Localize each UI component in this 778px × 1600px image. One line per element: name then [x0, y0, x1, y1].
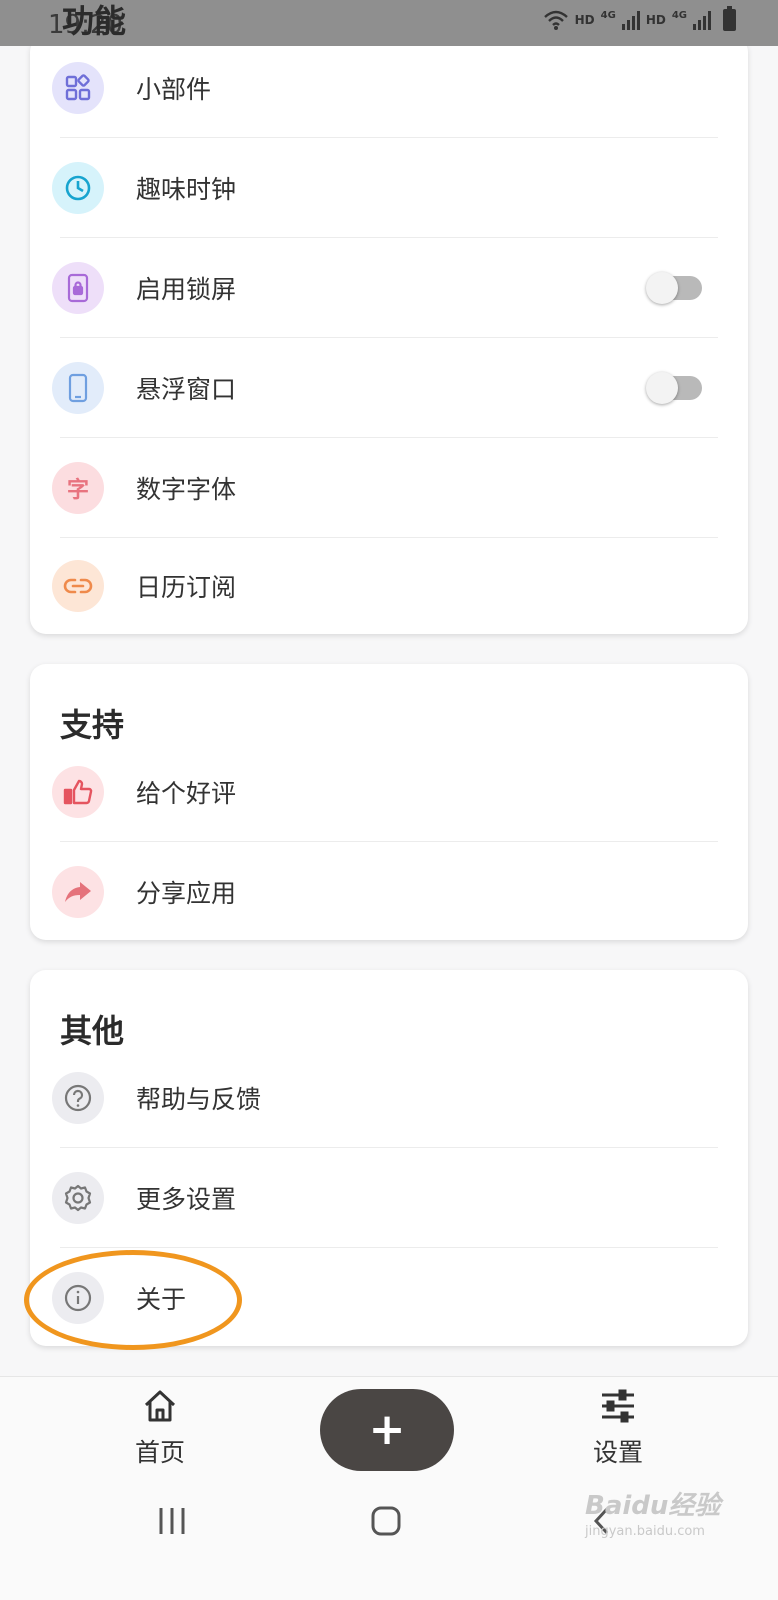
lock-screen-toggle[interactable] — [646, 272, 702, 304]
feature-item-label: 悬浮窗口 — [136, 375, 237, 404]
hd-label-2: HD — [645, 13, 666, 27]
watermark-logo: Baidu经验 jingyan.baidu.com — [585, 1485, 720, 1539]
plus-icon: + — [368, 1404, 406, 1455]
watermark-sub: jingyan.baidu.com — [585, 1524, 705, 1539]
network-label-1: 4G — [600, 9, 616, 21]
other-item-about[interactable]: 关于 — [30, 1248, 748, 1348]
other-item-label: 帮助与反馈 — [136, 1085, 262, 1114]
other-item-help-feedback[interactable]: 帮助与反馈 — [30, 1048, 748, 1148]
features-card: 小部件 趣味时钟 启用锁屏 悬浮窗口 字 数字字体 日历订阅 — [30, 36, 748, 634]
feature-item-fun-clock[interactable]: 趣味时钟 — [30, 138, 748, 238]
character-icon: 字 — [52, 462, 104, 514]
feature-item-digit-font[interactable]: 字 数字字体 — [30, 438, 748, 538]
floating-window-toggle[interactable] — [646, 372, 702, 404]
home-icon — [144, 1390, 176, 1422]
feature-item-label: 日历订阅 — [136, 573, 237, 602]
feature-item-label: 数字字体 — [136, 475, 237, 504]
add-button[interactable]: + — [320, 1389, 454, 1471]
system-recents-button[interactable] — [150, 1499, 194, 1543]
bottom-nav: 首页 + 设置 Baidu经验 jingyan.baidu.com — [0, 1376, 778, 1600]
nav-home-label: 首页 — [134, 1438, 185, 1467]
character-glyph: 字 — [66, 478, 89, 503]
feature-item-floating-window[interactable]: 悬浮窗口 — [30, 338, 748, 438]
feature-item-calendar-subscribe[interactable]: 日历订阅 — [30, 536, 748, 636]
toggle-knob — [646, 272, 678, 304]
section-title-features: 功能 — [62, 2, 127, 40]
nav-settings-label: 设置 — [592, 1438, 643, 1467]
support-card: 支持 给个好评 分享应用 — [30, 664, 748, 940]
watermark-main: Baidu经验 — [585, 1491, 721, 1521]
support-item-share[interactable]: 分享应用 — [30, 842, 748, 942]
lock-screen-icon — [52, 262, 104, 314]
support-item-rate[interactable]: 给个好评 — [30, 742, 748, 842]
gear-icon — [52, 1172, 104, 1224]
section-title-other: 其他 — [60, 1012, 125, 1050]
widgets-icon — [52, 62, 104, 114]
phone-icon — [52, 362, 104, 414]
thumbs-up-icon — [52, 766, 104, 818]
signal-icon — [621, 10, 640, 30]
battery-icon — [723, 6, 736, 31]
system-home-button[interactable] — [364, 1499, 408, 1543]
signal-icon — [693, 10, 711, 30]
hd-label-1: HD — [574, 13, 595, 27]
status-bar: 19:20 功能 HD 4G HD 4G — [0, 0, 778, 46]
support-item-label: 分享应用 — [136, 879, 237, 908]
toggle-knob — [646, 372, 678, 404]
feature-item-label: 趣味时钟 — [136, 175, 237, 204]
status-icons: HD 4G HD 4G — [543, 6, 736, 31]
sliders-icon — [602, 1389, 634, 1423]
other-item-label: 更多设置 — [136, 1185, 237, 1214]
section-title-support: 支持 — [60, 706, 125, 744]
support-item-label: 给个好评 — [136, 779, 237, 808]
wifi-icon — [543, 10, 568, 30]
feature-item-label: 启用锁屏 — [136, 275, 237, 304]
network-label-2: 4G — [671, 9, 687, 21]
info-icon — [52, 1272, 104, 1324]
recents-icon — [159, 1508, 185, 1534]
feature-item-label: 小部件 — [136, 75, 212, 104]
clock-icon — [52, 162, 104, 214]
other-card: 其他 帮助与反馈 更多设置 关于 — [30, 970, 748, 1346]
nav-settings[interactable]: 设置 — [558, 1389, 678, 1469]
share-icon — [52, 866, 104, 918]
other-item-more-settings[interactable]: 更多设置 — [30, 1148, 748, 1248]
link-icon — [52, 560, 104, 612]
other-item-label: 关于 — [136, 1285, 187, 1314]
help-icon — [52, 1072, 104, 1124]
feature-item-widgets[interactable]: 小部件 — [30, 38, 748, 138]
home-square-icon — [371, 1506, 401, 1536]
feature-item-lock-screen[interactable]: 启用锁屏 — [30, 238, 748, 338]
nav-home[interactable]: 首页 — [100, 1389, 220, 1469]
